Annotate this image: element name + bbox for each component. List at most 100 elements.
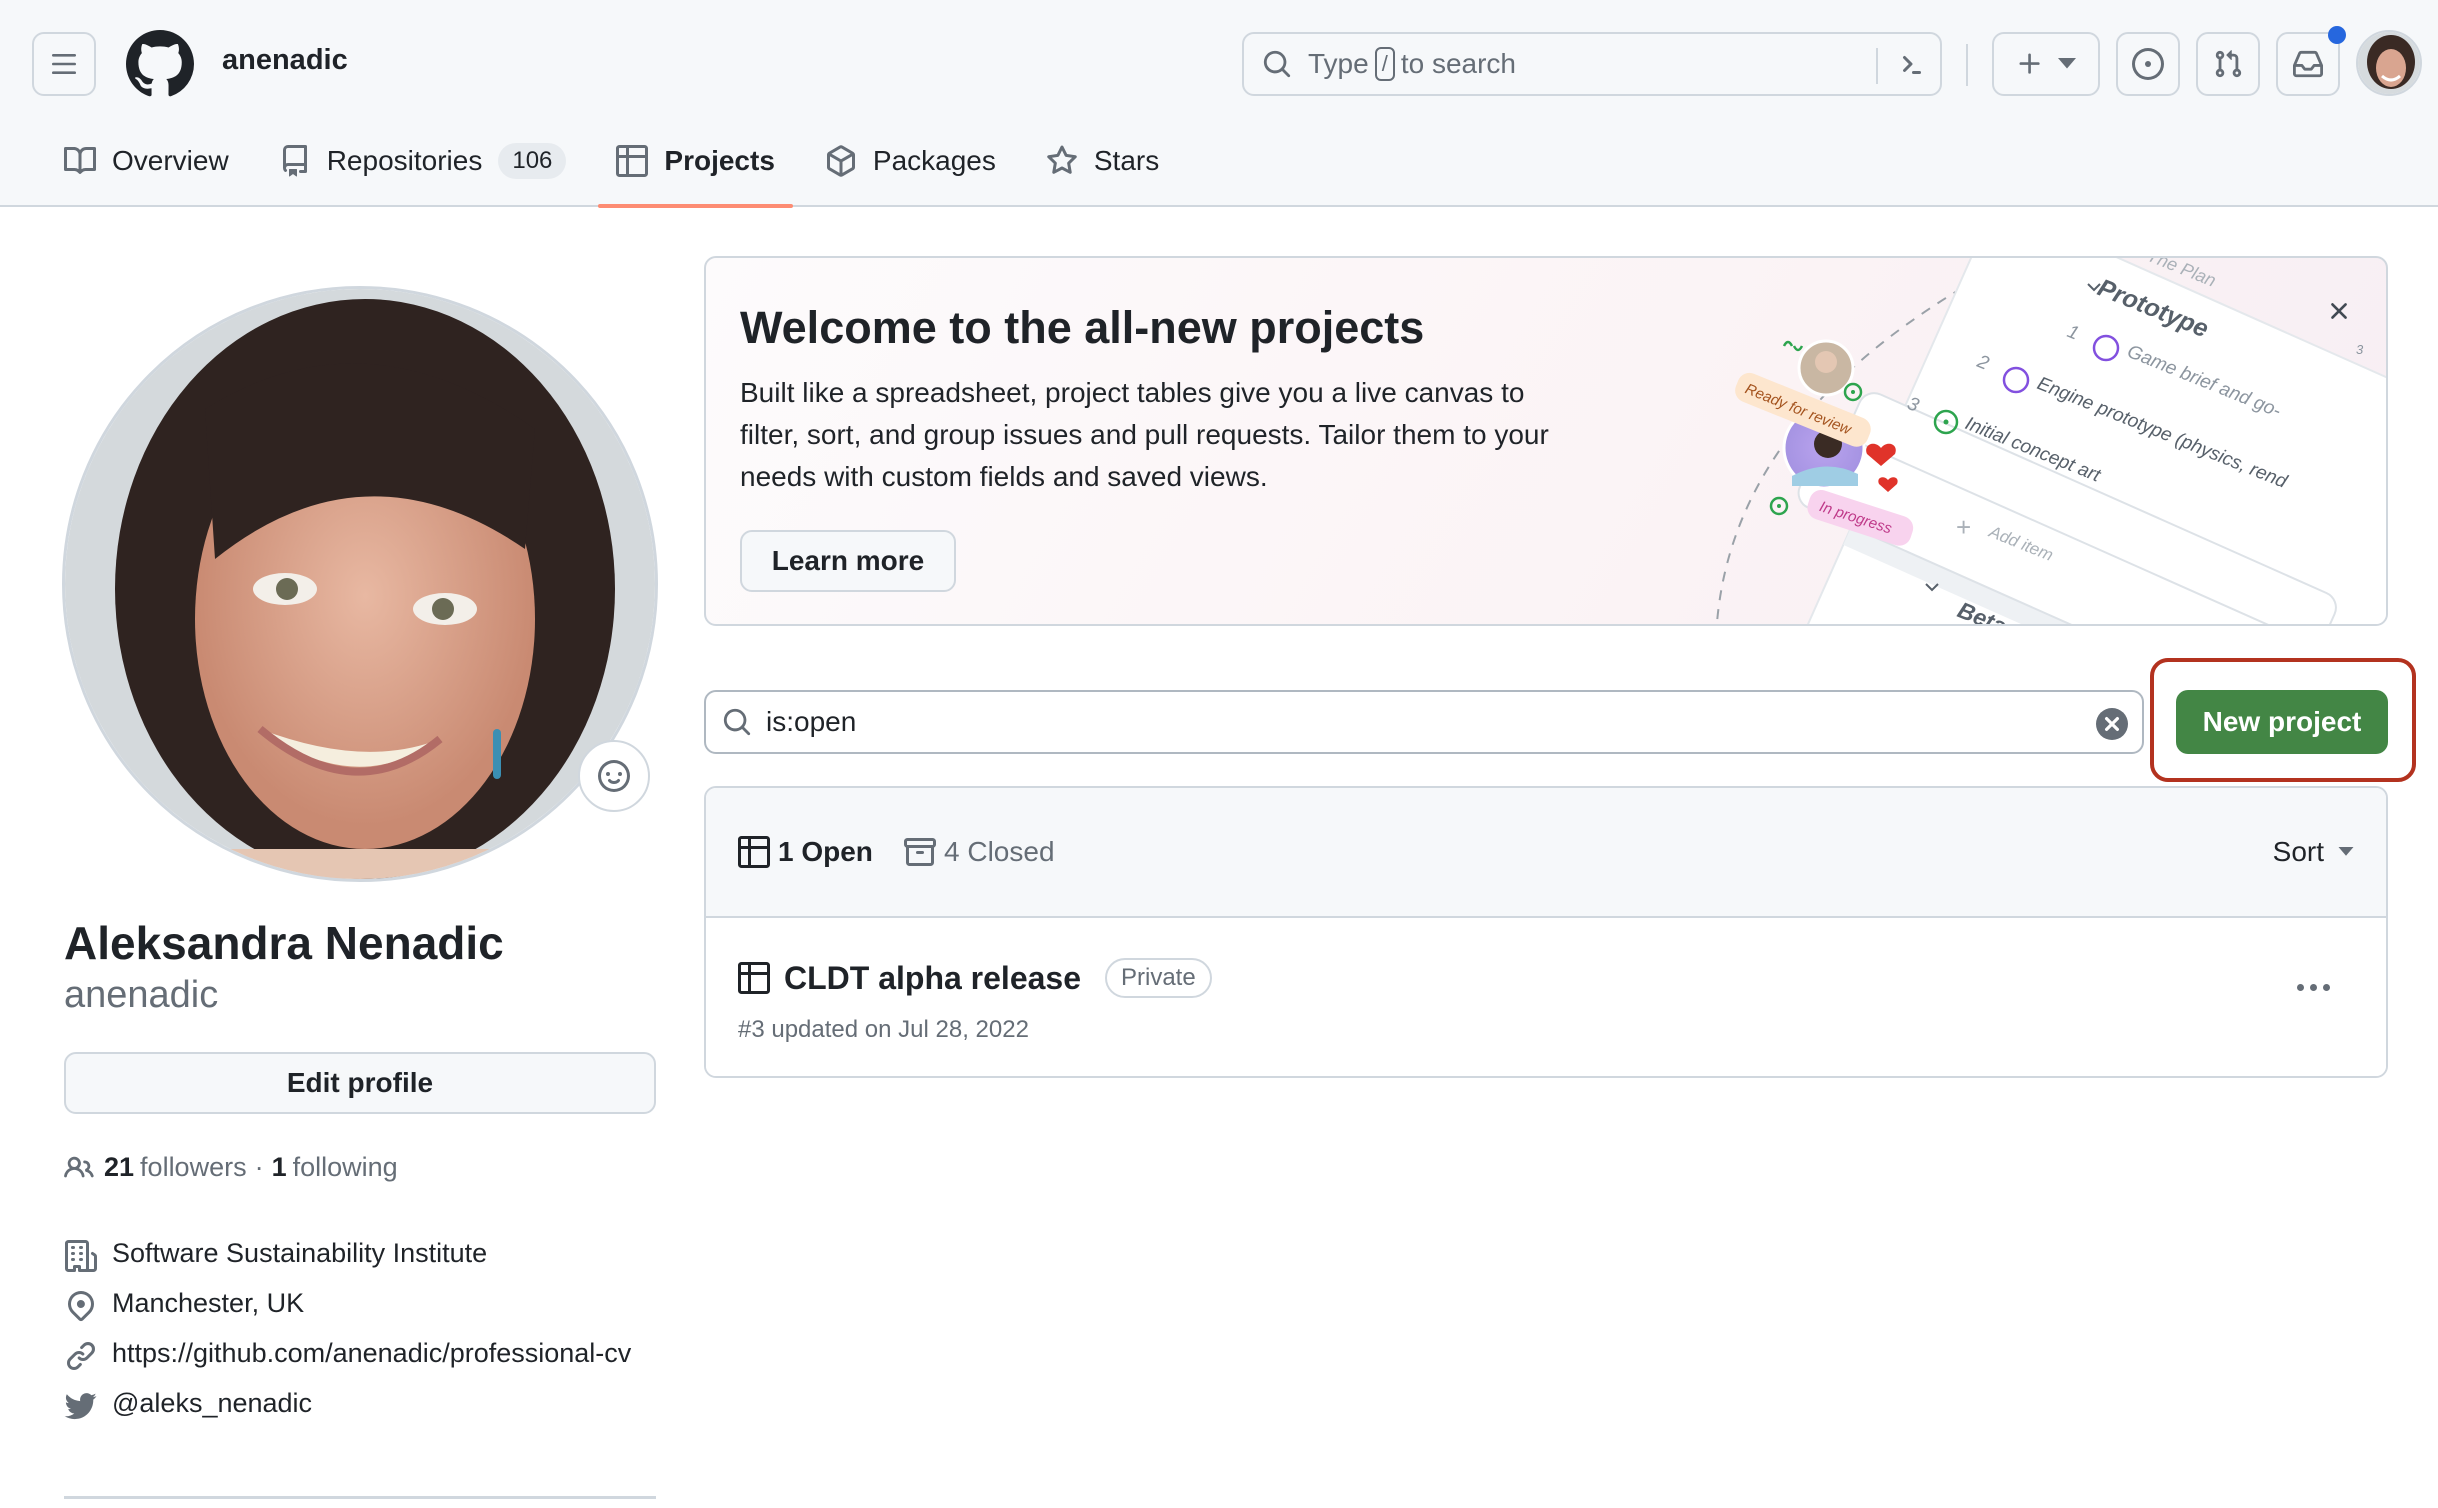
closed-count-label: 4 Closed [944, 836, 1055, 867]
banner-description: Built like a spreadsheet, project tables… [740, 377, 1549, 492]
user-avatar-menu[interactable] [2356, 30, 2422, 96]
hamburger-icon [52, 54, 76, 74]
tab-projects[interactable]: Projects [598, 138, 793, 208]
following-count[interactable]: 1 [272, 1152, 287, 1183]
git-pull-request-icon [2215, 50, 2242, 78]
kebab-dot [2323, 984, 2330, 991]
archive-icon [904, 838, 936, 866]
detail-website: https://github.com/anenadic/professional… [64, 1332, 664, 1374]
x-circle-fill-icon [2096, 708, 2128, 740]
profile-avatar[interactable] [62, 286, 658, 882]
command-palette-button[interactable] [1894, 50, 1926, 82]
projects-illustration: Prototype The Plan 3 1 Game brief and go… [1715, 258, 2386, 624]
followers-count[interactable]: 21 [104, 1152, 134, 1183]
smiley-icon [598, 760, 630, 792]
project-title: CLDT alpha release Private [738, 958, 1212, 998]
table-icon [616, 145, 649, 177]
profile-details: Software Sustainability Institute Manche… [64, 1232, 664, 1432]
set-status-button[interactable] [578, 740, 650, 812]
search-placeholder: Type / to search [1308, 47, 1516, 81]
header-username-link[interactable]: anenadic [222, 44, 348, 77]
tab-stars-label: Stars [1093, 145, 1160, 176]
illus-group-count: 3 [2356, 342, 2364, 357]
repo-icon [282, 145, 307, 177]
sidebar-divider [64, 1496, 656, 1499]
location-text: Manchester, UK [112, 1288, 305, 1318]
project-filter [704, 690, 2144, 754]
avatar-image [2358, 32, 2420, 94]
close-icon [2331, 303, 2347, 319]
projects-welcome-banner: Welcome to the all-new projects Built li… [704, 256, 2388, 626]
people-icon [64, 1156, 94, 1177]
inbox-button[interactable] [2276, 26, 2346, 96]
project-options-button[interactable] [2297, 984, 2330, 991]
pull-requests-button[interactable] [2196, 32, 2260, 96]
projects-list: 1 Open 4 Closed Sort CLDT alpha release … [704, 786, 2388, 1078]
table-icon [738, 962, 770, 994]
repositories-count: 106 [498, 143, 567, 179]
tab-packages[interactable]: Packages [807, 138, 1014, 184]
menu-button[interactable] [32, 32, 96, 96]
project-meta: #3 updated on Jul 28, 2022 [738, 1016, 1029, 1043]
detail-location: Manchester, UK [64, 1282, 664, 1324]
learn-more-button[interactable]: Learn more [740, 530, 956, 592]
caret-down-icon [2058, 58, 2076, 69]
website-link[interactable]: https://github.com/anenadic/professional… [112, 1332, 662, 1374]
illus-add-plus: + [1956, 512, 1971, 542]
search-placeholder-suffix: to search [1400, 48, 1516, 79]
github-logo-icon[interactable] [126, 30, 194, 98]
kebab-horizontal-icon [2297, 984, 2304, 991]
search-icon [1263, 50, 1291, 78]
open-projects-tab[interactable]: 1 Open [738, 836, 873, 868]
tab-packages-label: Packages [872, 145, 996, 176]
follow-separator: · [254, 1152, 264, 1182]
followers-link[interactable]: followers [140, 1152, 247, 1183]
follow-stats: 21 followers · 1 following [64, 1152, 398, 1183]
project-name-link[interactable]: CLDT alpha release [784, 960, 1081, 997]
profile-photo [65, 289, 655, 879]
inbox-icon [2293, 50, 2323, 78]
slash-key-hint: / [1374, 47, 1395, 81]
search-placeholder-prefix: Type [1308, 48, 1369, 79]
closed-projects-tab[interactable]: 4 Closed [904, 836, 1055, 868]
book-icon [64, 146, 96, 174]
search-divider [1876, 48, 1878, 84]
open-count-label: 1 Open [778, 836, 873, 867]
tab-overview-label: Overview [112, 145, 229, 176]
twitter-icon [64, 1393, 97, 1420]
profile-username: anenadic [64, 974, 219, 1016]
global-search-input[interactable]: Type / to search [1242, 32, 1942, 96]
organization-icon [65, 1240, 97, 1272]
tab-repositories[interactable]: Repositories 106 [261, 138, 585, 184]
profile-nav: Overview Repositories 106 Projects Packa… [46, 138, 1191, 208]
kebab-dot [2310, 984, 2317, 991]
create-new-button[interactable] [1992, 32, 2100, 96]
sort-dropdown[interactable]: Sort [2273, 836, 2354, 868]
tab-repositories-label: Repositories [326, 145, 483, 176]
tab-stars[interactable]: Stars [1028, 138, 1177, 184]
header-divider [1966, 44, 1968, 86]
new-project-button[interactable]: New project [2176, 690, 2388, 754]
link-icon [66, 1341, 96, 1371]
twitter-link[interactable]: @aleks_nenadic [112, 1382, 662, 1424]
profile-full-name: Aleksandra Nenadic [64, 917, 504, 969]
tab-overview[interactable]: Overview [46, 138, 247, 184]
edit-profile-button[interactable]: Edit profile [64, 1052, 656, 1114]
organization-text: Software Sustainability Institute [112, 1238, 488, 1268]
table-icon [738, 836, 770, 868]
tab-projects-label: Projects [664, 145, 775, 176]
package-icon [826, 145, 855, 177]
projects-list-header: 1 Open 4 Closed Sort [706, 788, 2386, 918]
caret-down-icon [2338, 847, 2354, 856]
sort-label: Sort [2272, 836, 2324, 867]
issue-opened-icon [2132, 48, 2164, 80]
notification-indicator [2328, 26, 2346, 44]
clear-filter-button[interactable] [2096, 708, 2128, 740]
dismiss-banner-button[interactable] [2322, 294, 2356, 328]
project-filter-input[interactable] [766, 706, 2066, 738]
project-row: CLDT alpha release Private #3 updated on… [706, 918, 2386, 1076]
location-icon [67, 1290, 95, 1322]
issues-button[interactable] [2116, 32, 2180, 96]
following-link[interactable]: following [293, 1152, 398, 1183]
plus-icon [2019, 53, 2040, 74]
